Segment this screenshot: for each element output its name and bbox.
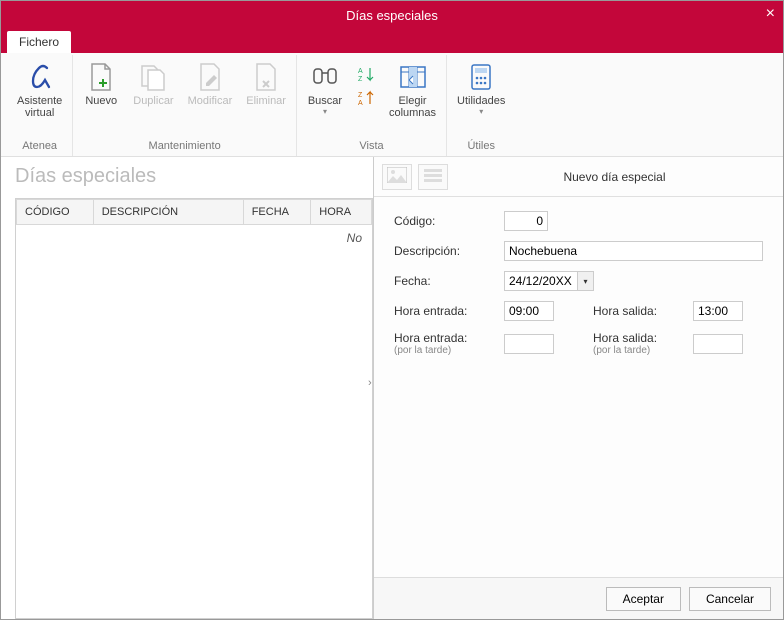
form: Código: Descripción: Fecha: ▾ Hora entra… [374, 197, 783, 370]
sort-desc-icon: ZA [357, 89, 375, 107]
alpha-icon [24, 61, 56, 93]
content-area: Días especiales CÓDIGO DESCRIPCIÓN FECHA… [1, 157, 783, 619]
group-label-atenea: Atenea [22, 140, 57, 152]
window-title: Días especiales [346, 8, 438, 23]
descripcion-input[interactable] [504, 241, 763, 261]
view-image-button[interactable] [382, 164, 412, 190]
hora-salida2-input[interactable] [693, 334, 743, 354]
chevron-down-icon: ▾ [583, 277, 587, 286]
col-hora[interactable]: HORA [311, 200, 372, 225]
list-pane: Días especiales CÓDIGO DESCRIPCIÓN FECHA… [1, 157, 373, 619]
hora-entrada-input[interactable] [504, 301, 554, 321]
aceptar-button[interactable]: Aceptar [606, 587, 681, 611]
modificar-button: Modificar [184, 59, 237, 109]
fecha-input[interactable] [504, 271, 578, 291]
asistente-virtual-button[interactable]: Asistente virtual [13, 59, 66, 121]
table-wrap: CÓDIGO DESCRIPCIÓN FECHA HORA No [15, 198, 373, 619]
panel-header: Nuevo día especial [374, 157, 783, 197]
codigo-input[interactable] [504, 211, 548, 231]
button-bar: Aceptar Cancelar [374, 577, 783, 619]
utilidades-button[interactable]: Utilidades ▾ [453, 59, 509, 118]
fecha-label: Fecha: [394, 274, 494, 288]
calculator-icon [465, 61, 497, 93]
descripcion-label: Descripción: [394, 244, 494, 258]
binoculars-icon [309, 61, 341, 93]
image-icon [387, 167, 407, 186]
delete-doc-icon [250, 61, 282, 93]
view-list-button[interactable] [418, 164, 448, 190]
svg-text:Z: Z [358, 92, 363, 99]
group-label-utiles: Útiles [467, 140, 495, 152]
hora-entrada2-input[interactable] [504, 334, 554, 354]
fecha-dropdown-button[interactable]: ▾ [578, 271, 594, 291]
sort-desc-button[interactable]: ZA [353, 87, 379, 109]
tabstrip: Fichero [1, 29, 783, 53]
data-table: CÓDIGO DESCRIPCIÓN FECHA HORA [16, 199, 372, 225]
chevron-down-icon: ▾ [323, 107, 327, 116]
buscar-button[interactable]: Buscar ▾ [303, 59, 347, 118]
close-icon[interactable]: × [766, 5, 775, 23]
duplicar-button: Duplicar [129, 59, 177, 109]
sort-asc-button[interactable]: AZ [353, 63, 379, 85]
sort-asc-icon: AZ [357, 65, 375, 83]
group-label-mantenimiento: Mantenimiento [149, 140, 221, 152]
svg-text:A: A [358, 100, 363, 107]
col-descripcion[interactable]: DESCRIPCIÓN [93, 200, 243, 225]
cancelar-button[interactable]: Cancelar [689, 587, 771, 611]
chevron-down-icon: ▾ [479, 107, 483, 116]
ribbon-group-utiles: Utilidades ▾ Útiles [447, 55, 515, 156]
page-title: Días especiales [15, 165, 373, 188]
columns-icon [397, 61, 429, 93]
ribbon-group-atenea: Asistente virtual Atenea [7, 55, 73, 156]
col-codigo[interactable]: CÓDIGO [17, 200, 94, 225]
collapse-handle[interactable]: › [368, 377, 372, 389]
detail-pane: › Nuevo día especial Código: Descripción… [373, 157, 783, 619]
list-icon [423, 167, 443, 186]
no-records-text: No [16, 225, 372, 251]
ribbon-group-vista: Buscar ▾ AZ ZA Elegir c [297, 55, 447, 156]
ribbon-group-mantenimiento: Nuevo Duplicar Modificar Eliminar [73, 55, 297, 156]
hora-salida2-wrap: Hora salida: (por la tarde) [593, 331, 683, 356]
duplicate-icon [137, 61, 169, 93]
hora-entrada-label: Hora entrada: [394, 304, 494, 318]
codigo-label: Código: [394, 214, 494, 228]
hora-salida-input[interactable] [693, 301, 743, 321]
titlebar: Días especiales × [1, 1, 783, 29]
elegir-columnas-button[interactable]: Elegir columnas [385, 59, 440, 121]
ribbon: Asistente virtual Atenea Nuevo Duplicar [1, 53, 783, 157]
eliminar-button: Eliminar [242, 59, 290, 109]
nuevo-button[interactable]: Nuevo [79, 59, 123, 109]
new-doc-icon [85, 61, 117, 93]
svg-text:Z: Z [358, 76, 363, 83]
col-fecha[interactable]: FECHA [243, 200, 311, 225]
group-label-vista: Vista [359, 140, 383, 152]
tab-fichero[interactable]: Fichero [7, 31, 71, 53]
edit-doc-icon [194, 61, 226, 93]
hora-entrada2-wrap: Hora entrada: (por la tarde) [394, 331, 494, 356]
hora-salida-label: Hora salida: [593, 304, 683, 318]
panel-title: Nuevo día especial [454, 170, 775, 184]
svg-text:A: A [358, 68, 363, 75]
